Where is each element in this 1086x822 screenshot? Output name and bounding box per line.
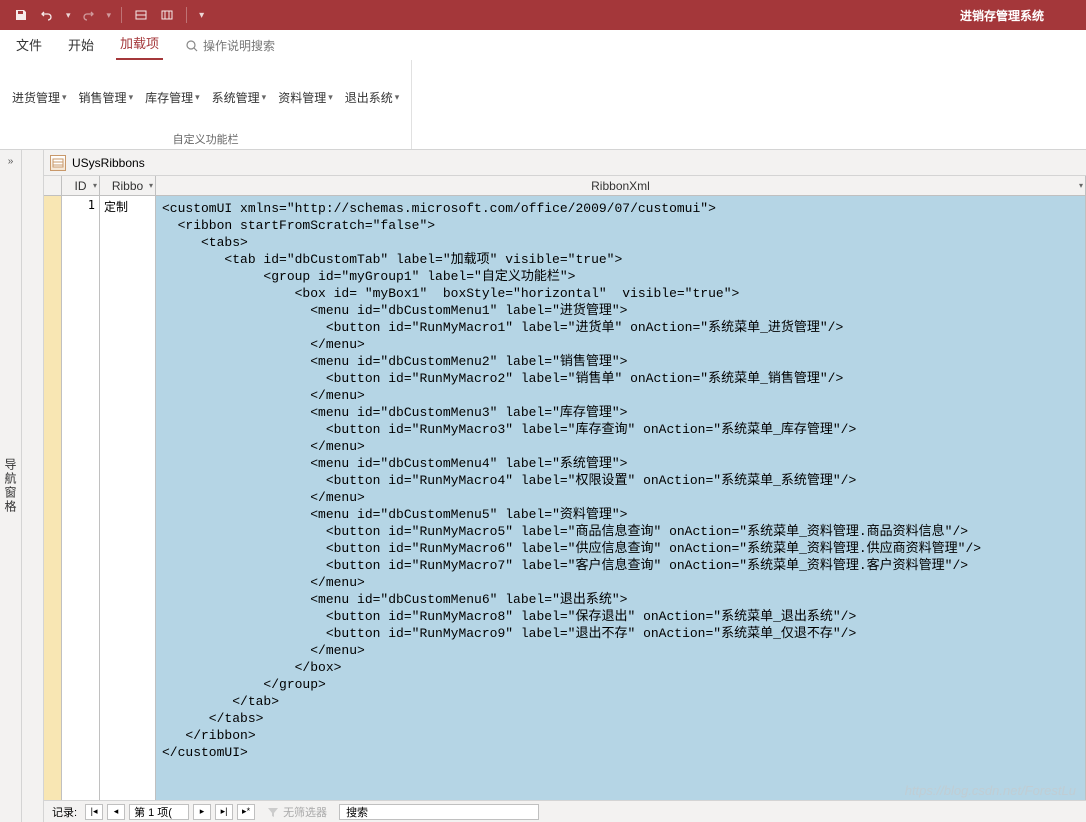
cell-ribbo[interactable]: 定制 [100,196,156,800]
tell-me-search[interactable]: 操作说明搜索 [181,31,279,60]
tab-addin[interactable]: 加载项 [116,27,163,60]
record-navigator: 记录: |◂ ◂ 第 1 项( ▸ ▸| ▸* 无筛选器 搜索 [44,800,1086,822]
next-record-button[interactable]: ▸ [193,804,211,820]
nav-pane-label: 导航窗格 [2,458,19,514]
redo-icon[interactable] [79,6,97,24]
first-record-button[interactable]: |◂ [85,804,103,820]
save-icon[interactable] [12,6,30,24]
record-position[interactable]: 第 1 项( [129,804,189,820]
ribbon-menu-0[interactable]: 进货管理▾ [8,66,71,129]
chevron-down-icon: ▾ [93,181,97,190]
qat-icon-1[interactable] [132,6,150,24]
gutter [22,150,44,822]
ribbon-group-label: 自定义功能栏 [8,129,403,147]
col-header-xml[interactable]: RibbonXml▾ [156,176,1086,195]
cell-id[interactable]: 1 [62,196,100,800]
chevron-down-icon: ▾ [62,92,67,103]
ribbon-tabs: 文件 开始 加载项 操作说明搜索 [0,30,1086,60]
nav-pane-collapsed[interactable]: » 导航窗格 [0,150,22,822]
header-row: ID▾ Ribbo▾ RibbonXml▾ [44,176,1086,196]
datasheet: ID▾ Ribbo▾ RibbonXml▾ 1 定制 <customUI xml… [44,176,1086,800]
chevron-down-icon: ▾ [262,92,267,103]
row-selector[interactable] [44,196,62,800]
table-row: 1 定制 <customUI xmlns="http://schemas.mic… [44,196,1086,800]
record-search[interactable]: 搜索 [339,804,539,820]
ribbon-menu-3[interactable]: 系统管理▾ [208,66,271,129]
ribbon: 进货管理▾ 销售管理▾ 库存管理▾ 系统管理▾ 资料管理▾ 退出系统▾ 自定义功… [0,60,1086,150]
ribbon-menu-2[interactable]: 库存管理▾ [141,66,204,129]
tab-home[interactable]: 开始 [64,29,98,60]
ribbon-menu-1[interactable]: 销售管理▾ [75,66,138,129]
object-tab[interactable]: USysRibbons [44,150,1086,176]
table-icon [50,155,66,171]
object-tab-label: USysRibbons [72,156,145,170]
cell-xml[interactable]: <customUI xmlns="http://schemas.microsof… [156,196,1086,800]
chevron-down-icon: ▾ [395,92,400,103]
new-record-button[interactable]: ▸* [237,804,255,820]
ribbon-group-custom: 进货管理▾ 销售管理▾ 库存管理▾ 系统管理▾ 资料管理▾ 退出系统▾ 自定义功… [0,60,412,149]
chevron-down-icon: ▾ [1079,181,1083,190]
chevron-down-icon: ▾ [328,92,333,103]
redo-dropdown-icon[interactable]: ▾ [107,10,112,21]
chevron-down-icon: ▾ [129,92,134,103]
expand-nav-icon[interactable]: » [0,150,21,167]
filter-indicator: 无筛选器 [259,804,335,820]
search-icon [185,39,199,53]
chevron-down-icon: ▾ [195,92,200,103]
filter-icon [267,806,279,818]
col-header-id[interactable]: ID▾ [62,176,100,195]
app-title: 进销存管理系统 [960,7,1044,24]
record-label: 记录: [48,804,81,820]
ribbon-menu-4[interactable]: 资料管理▾ [274,66,337,129]
undo-dropdown-icon[interactable]: ▾ [66,10,71,21]
last-record-button[interactable]: ▸| [215,804,233,820]
title-bar: ▾ ▾ ▾ 进销存管理系统 [0,0,1086,30]
select-all-cell[interactable] [44,176,62,195]
ribbon-menu-5[interactable]: 退出系统▾ [341,66,404,129]
col-header-ribbo[interactable]: Ribbo▾ [100,176,156,195]
undo-icon[interactable] [38,6,56,24]
tab-file[interactable]: 文件 [12,29,46,60]
chevron-down-icon: ▾ [149,181,153,190]
qat-customize-icon[interactable]: ▾ [199,10,204,21]
prev-record-button[interactable]: ◂ [107,804,125,820]
tell-me-label: 操作说明搜索 [203,37,275,54]
qat-icon-2[interactable] [158,6,176,24]
